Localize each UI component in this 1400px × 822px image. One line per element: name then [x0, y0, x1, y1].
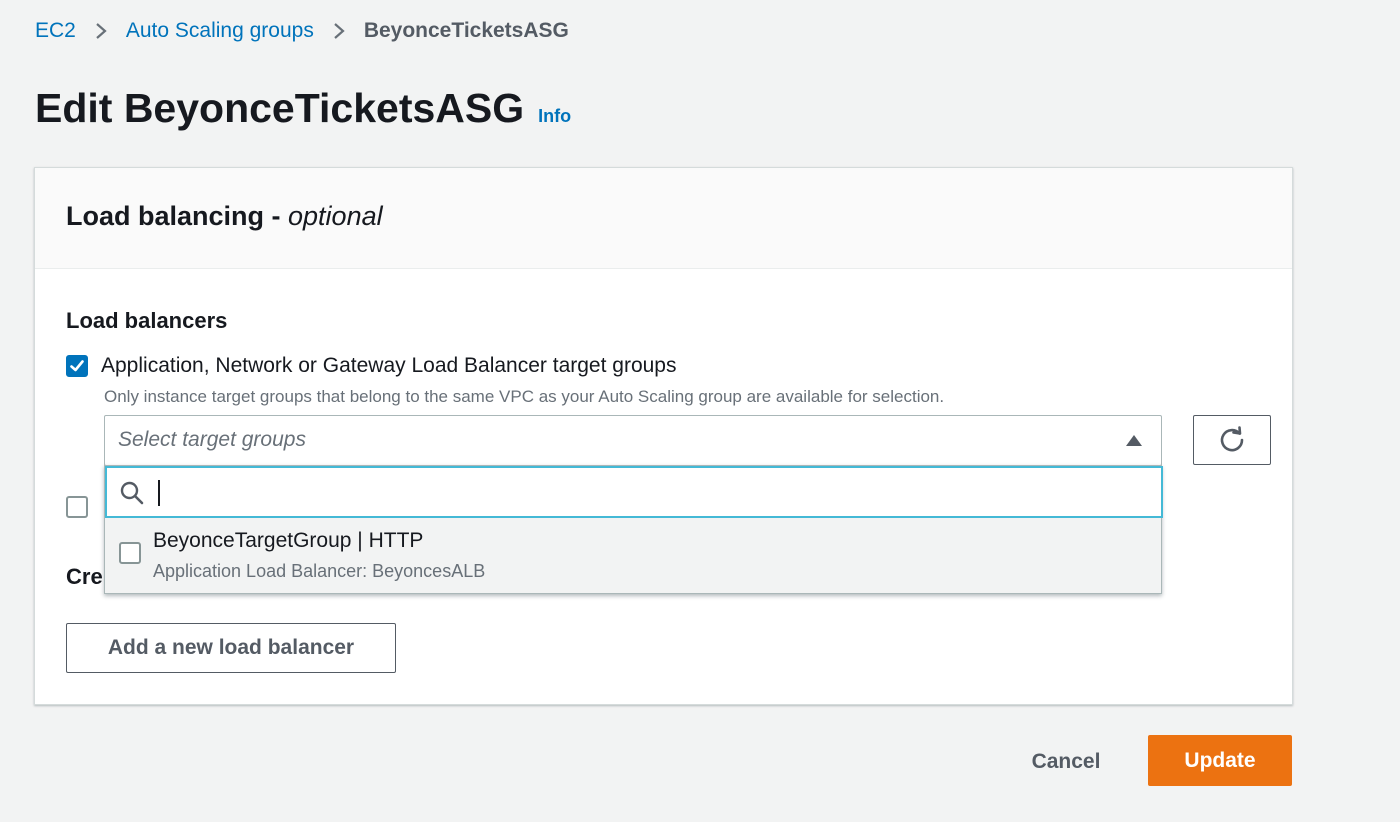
title-row: Edit BeyonceTicketsASG Info	[35, 83, 571, 133]
panel-title: Load balancing - optional	[66, 201, 1292, 232]
breadcrumb-link-auto-scaling-groups[interactable]: Auto Scaling groups	[126, 17, 314, 45]
load-balancers-label: Load balancers	[66, 308, 228, 333]
target-groups-select[interactable]: Select target groups	[104, 415, 1162, 466]
panel-header: Load balancing - optional	[35, 168, 1292, 269]
load-balancing-panel: Load balancing - optional Load balancers…	[34, 167, 1293, 705]
page-title: Edit BeyonceTicketsASG	[35, 85, 525, 131]
chevron-right-icon	[84, 17, 118, 45]
select-placeholder: Select target groups	[118, 428, 306, 451]
option-checkbox[interactable]	[119, 542, 141, 564]
caret-up-icon	[1126, 435, 1142, 446]
panel-title-optional: optional	[288, 201, 383, 231]
update-button[interactable]: Update	[1148, 735, 1292, 786]
option-description: Application Load Balancer: BeyoncesALB	[153, 561, 486, 581]
dropdown-option[interactable]: BeyonceTargetGroup | HTTP Application Lo…	[105, 518, 1161, 593]
filter-input[interactable]	[157, 477, 1137, 507]
edit-asg-page: EC2 Auto Scaling groups BeyonceTicketsAS…	[0, 0, 1400, 822]
info-link[interactable]: Info	[538, 106, 571, 127]
search-icon	[120, 481, 144, 505]
refresh-button[interactable]	[1193, 415, 1271, 465]
cancel-button[interactable]: Cancel	[1010, 738, 1122, 786]
option-label: BeyonceTargetGroup | HTTP	[153, 529, 424, 552]
breadcrumb-link-ec2[interactable]: EC2	[35, 17, 76, 45]
second-load-balancer-checkbox[interactable]	[66, 496, 88, 518]
target-groups-dropdown: BeyonceTargetGroup | HTTP Application Lo…	[104, 465, 1163, 594]
add-load-balancer-button[interactable]: Add a new load balancer	[66, 623, 396, 673]
breadcrumb-current: BeyonceTicketsASG	[363, 19, 569, 42]
chevron-right-icon	[322, 17, 356, 45]
breadcrumb: EC2 Auto Scaling groups BeyonceTicketsAS…	[35, 17, 569, 45]
panel-title-text: Load balancing -	[66, 201, 289, 231]
target-groups-checkbox[interactable]	[66, 355, 88, 377]
refresh-icon	[1220, 426, 1244, 452]
target-groups-checkbox-label[interactable]: Application, Network or Gateway Load Bal…	[101, 354, 676, 378]
checkmark-icon	[70, 360, 84, 372]
target-groups-description: Only instance target groups that belong …	[104, 387, 945, 406]
create-section-label: Cre	[66, 564, 103, 589]
dropdown-filter	[105, 466, 1163, 518]
